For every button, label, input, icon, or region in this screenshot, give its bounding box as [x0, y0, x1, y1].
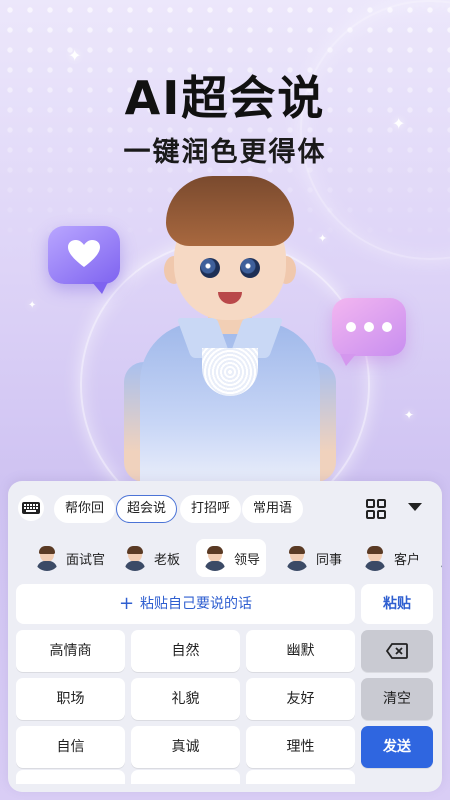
next-key-row: [16, 770, 434, 784]
style-key-confident[interactable]: 自信: [16, 726, 125, 768]
role-item-colleague[interactable]: 同事: [278, 539, 348, 577]
style-key-natural[interactable]: 自然: [131, 630, 240, 672]
tab-chang-yong-yu[interactable]: 常用语: [242, 495, 304, 523]
clear-button[interactable]: 清空: [361, 678, 433, 720]
style-key-workplace[interactable]: 职场: [16, 678, 125, 720]
dots-bubble-icon: [332, 298, 406, 366]
tab-da-zhao-hu[interactable]: 打招呼: [180, 495, 242, 523]
avatar: [122, 545, 148, 571]
role-item-customer[interactable]: 客户: [356, 539, 426, 577]
backspace-icon: [386, 643, 408, 659]
tab-bang-ni-hui[interactable]: 帮你回: [54, 495, 116, 523]
style-key-polite[interactable]: 礼貌: [131, 678, 240, 720]
role-item-boss[interactable]: 老板: [116, 539, 186, 577]
paste-button[interactable]: 粘贴: [361, 584, 433, 624]
style-key-sincere[interactable]: 真诚: [131, 726, 240, 768]
grid-icon[interactable]: [366, 499, 386, 519]
sparkle-icon: ✦: [28, 300, 37, 311]
avatar: [438, 545, 442, 571]
role-item-leader[interactable]: 领导: [196, 539, 267, 577]
keyboard-toolbar: 帮你回 超会说 打招呼 常用语: [8, 481, 442, 533]
tab-chao-hui-shuo[interactable]: 超会说: [116, 495, 178, 523]
backspace-button[interactable]: [361, 630, 433, 672]
sparkle-icon: ✦: [404, 408, 415, 422]
avatar-illustration: [124, 172, 336, 490]
role-selector: 面试官 老板 领导 同事 客户: [16, 539, 442, 579]
send-button[interactable]: 发送: [361, 726, 433, 768]
avatar: [34, 545, 60, 571]
page-subtitle: 一键润色更得体: [123, 137, 327, 168]
avatar: [202, 545, 228, 571]
heart-bubble-icon: [48, 226, 120, 294]
style-key-friendly[interactable]: 友好: [246, 678, 355, 720]
keyboard-icon[interactable]: [18, 495, 44, 521]
plus-icon: +: [118, 593, 135, 614]
style-key-humor[interactable]: 幽默: [246, 630, 355, 672]
style-key-eq[interactable]: 高情商: [16, 630, 125, 672]
role-item-interviewer[interactable]: 面试官: [28, 539, 111, 577]
paste-input[interactable]: + 粘贴自己要说的话: [16, 584, 355, 624]
paste-hint: 粘贴自己要说的话: [140, 596, 253, 612]
style-key-rational[interactable]: 理性: [246, 726, 355, 768]
role-item-more[interactable]: [432, 539, 442, 577]
avatar: [284, 545, 310, 571]
page-title: AI超会说: [124, 71, 326, 125]
hero-banner: ✦ ✦ ✦ ✦ ✦ AI超会说 一键润色更得体: [0, 0, 450, 490]
avatar: [362, 545, 388, 571]
triangle-down-icon[interactable]: [408, 503, 422, 511]
keyboard-panel: 帮你回 超会说 打招呼 常用语 面试官 老板 领导 同事 客户 + 粘贴自己要说…: [8, 481, 442, 792]
